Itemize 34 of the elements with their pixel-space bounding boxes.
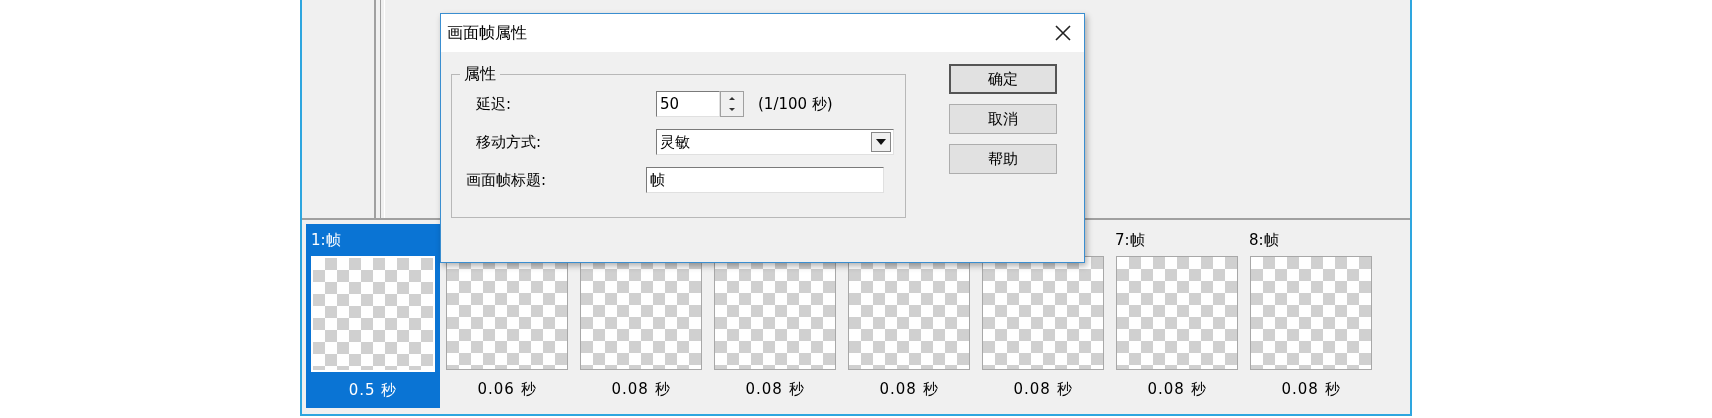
group-title: 属性 [460,64,500,85]
frame-duration: 0.08 秒 [1013,379,1073,399]
field-label: 移动方式: [475,132,543,152]
field-label: 画面帧标题: [466,170,548,190]
frame-duration: 0.5 秒 [348,380,398,400]
spin-buttons[interactable] [720,91,744,117]
frame-duration: 0.08 秒 [1281,379,1341,399]
frame-duration: 0.08 秒 [745,379,805,399]
frame-item[interactable]: 0.08 秒 [574,224,708,408]
delay-input[interactable]: 50 [656,91,720,117]
title-input[interactable]: 帧 [646,167,884,193]
frame-duration: 0.08 秒 [879,379,939,399]
dialog-title: 画面帧属性 [447,22,527,44]
frame-label: 7:帧 [1115,230,1145,250]
frame-item[interactable]: 0.06 秒 [440,224,574,408]
frame-duration: 0.08 秒 [1147,379,1207,399]
frame-item[interactable]: 8:帧 0.08 秒 [1244,224,1378,408]
close-icon[interactable] [1054,24,1072,42]
frame-item[interactable]: 0.08 秒 [708,224,842,408]
dropdown[interactable]: 灵敏 [656,129,894,155]
frame-item[interactable]: 0.08 秒 [976,224,1110,408]
caret-icon [875,138,887,146]
unit-label: (1/100 秒) [758,94,833,114]
frame-label: 1:帧 [311,230,341,250]
dialog-button[interactable]: 取消 [949,104,1057,134]
frame-item[interactable]: 1:帧 0.5 秒 [306,224,440,408]
frame-item[interactable]: 7:帧 0.08 秒 [1110,224,1244,408]
frame-label: 8:帧 [1249,230,1279,250]
frame-item[interactable]: 0.08 秒 [842,224,976,408]
field-label: 延迟: [475,94,513,114]
frame-duration: 0.08 秒 [611,379,671,399]
frame-duration: 0.06 秒 [477,379,537,399]
dialog-button[interactable]: 帮助 [949,144,1057,174]
dialog-button[interactable]: 确定 [949,64,1057,94]
